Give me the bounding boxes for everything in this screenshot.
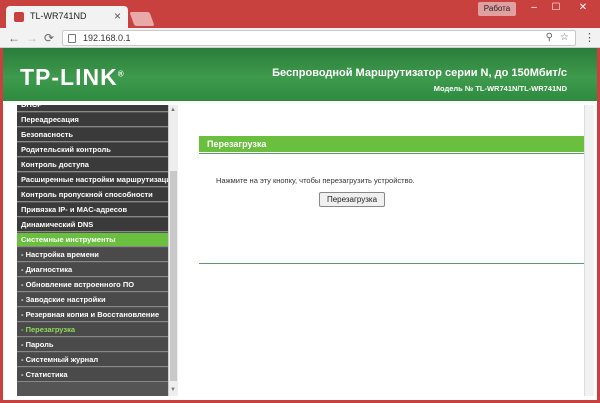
sidebar-item[interactable]: - Обновление встроенного ПО [17, 278, 168, 292]
url-text[interactable]: 192.168.0.1 [83, 33, 131, 43]
menu-icon[interactable]: ⋮ [584, 31, 595, 44]
sidebar-item[interactable]: Безопасность [17, 128, 168, 142]
header-banner: TP-LINK® Беспроводной Маршрутизатор сери… [3, 48, 597, 101]
sidebar-item[interactable]: Переадресация [17, 113, 168, 127]
scroll-down-icon[interactable]: ▼ [170, 387, 176, 393]
page-icon [68, 34, 76, 43]
divider [199, 263, 591, 264]
sidebar-item[interactable]: - Диагностика [17, 263, 168, 277]
sidebar-item[interactable]: Контроль доступа [17, 158, 168, 172]
forward-arrow-icon[interactable]: → [26, 30, 38, 46]
sidebar-item[interactable]: - Настройка времени [17, 248, 168, 262]
instruction-text: Нажмите на эту кнопку, чтобы перезагрузи… [216, 176, 415, 185]
section-title: Перезагрузка [199, 136, 591, 152]
router-page: TP-LINK® Беспроводной Маршрутизатор сери… [0, 48, 600, 403]
sidebar-item[interactable]: - Заводские настройки [17, 293, 168, 307]
sidebar-item[interactable]: Привязка IP- и MAC-адресов [17, 203, 168, 217]
sidebar-item[interactable]: Родительский контроль [17, 143, 168, 157]
model-number: Модель № TL-WR741N/TL-WR741ND [433, 84, 567, 93]
divider [199, 153, 591, 154]
sidebar-item[interactable]: - Системный журнал [17, 353, 168, 367]
page-scrollbar[interactable] [584, 105, 594, 396]
sidebar-item[interactable]: Расширенные настройки маршрутизации [17, 173, 168, 187]
sidebar-item[interactable]: Контроль пропускной способности [17, 188, 168, 202]
reboot-button[interactable]: Перезагрузка [319, 192, 385, 207]
favicon-icon [14, 12, 24, 22]
sidebar-item[interactable]: - Статистика [17, 368, 168, 382]
sidebar-scroll-thumb[interactable] [170, 171, 177, 381]
scroll-up-icon[interactable]: ▲ [170, 107, 176, 113]
browser-toolbar: ← → ⟳ 192.168.0.1 ⚲ ☆ ⋮ [0, 28, 600, 48]
minimize-button[interactable]: – [524, 0, 544, 16]
browser-tab[interactable]: TL-WR741ND × [6, 6, 128, 28]
close-window-button[interactable]: ✕ [568, 0, 598, 16]
sidebar-item[interactable]: - Перезагрузка [17, 323, 168, 337]
address-bar[interactable]: 192.168.0.1 ⚲ ☆ [62, 30, 576, 46]
sidebar-menu: DHCPПереадресацияБезопасностьРодительски… [17, 105, 168, 396]
product-title: Беспроводной Маршрутизатор серии N, до 1… [272, 67, 567, 79]
window-titlebar: TL-WR741ND × Работа – ☐ ✕ [0, 0, 600, 28]
tab-title: TL-WR741ND [30, 11, 87, 21]
sidebar-item[interactable]: - Пароль [17, 338, 168, 352]
star-icon[interactable]: ☆ [560, 32, 569, 43]
new-tab-button[interactable] [129, 12, 155, 26]
key-icon[interactable]: ⚲ [546, 32, 553, 43]
sidebar-item[interactable]: Динамический DNS [17, 218, 168, 232]
profile-button[interactable]: Работа [478, 2, 516, 16]
back-arrow-icon[interactable]: ← [8, 30, 20, 46]
close-tab-icon[interactable]: × [114, 9, 121, 23]
tp-link-logo: TP-LINK® [20, 64, 125, 90]
sidebar-item[interactable]: DHCP [17, 105, 168, 112]
maximize-button[interactable]: ☐ [546, 0, 566, 16]
sidebar-item[interactable]: Системные инструменты [17, 233, 168, 247]
sidebar-scrollbar[interactable]: ▲ ▼ [168, 105, 178, 396]
sidebar-item[interactable]: - Резервная копия и Восстановление [17, 308, 168, 322]
reload-icon[interactable]: ⟳ [44, 30, 54, 46]
